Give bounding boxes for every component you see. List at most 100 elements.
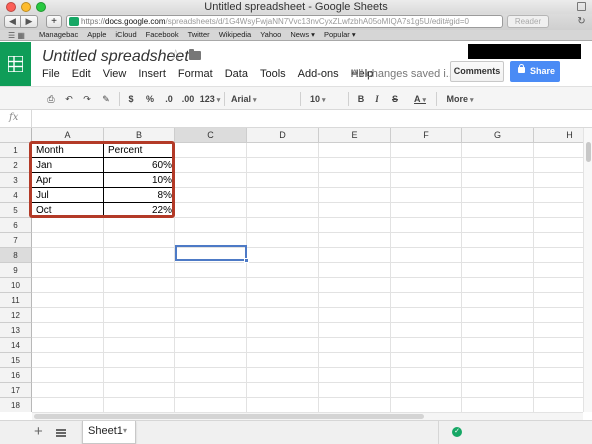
forward-button[interactable]: ▶ — [21, 15, 38, 28]
history-buttons: ◀ ▶ — [4, 15, 38, 28]
column-header-h[interactable]: H — [534, 128, 583, 143]
row-header-3[interactable]: 3 — [0, 173, 32, 188]
zoom-window-button[interactable] — [36, 2, 46, 12]
bookmark-item[interactable]: Popular ▾ — [324, 30, 356, 40]
print-icon[interactable]: ⎙ — [45, 92, 57, 106]
new-tab-button[interactable]: + — [46, 15, 62, 28]
row-header-2[interactable]: 2 — [0, 158, 32, 173]
bookmark-item[interactable]: iCloud — [115, 30, 136, 40]
bookmark-list: Managebac Apple iCloud Facebook Twitter Wikip… — [39, 30, 356, 40]
currency-format-button[interactable]: $ — [126, 92, 136, 106]
menu-item-format[interactable]: Format — [178, 68, 213, 80]
undo-icon[interactable]: ↶ — [63, 92, 75, 106]
menu-bar: File Edit View Insert Format Data Tools Add-ons… — [42, 68, 385, 80]
save-status: All changes saved i... — [351, 68, 455, 80]
fullscreen-icon[interactable] — [577, 2, 586, 11]
separator — [436, 92, 437, 106]
row-header-14[interactable]: 14 — [0, 338, 32, 353]
window-controls — [6, 2, 46, 12]
menu-item-tools[interactable]: Tools — [260, 68, 286, 80]
gridline — [32, 322, 583, 323]
reload-icon[interactable]: ↻ — [575, 15, 588, 28]
formula-input[interactable] — [36, 113, 576, 125]
font-size-dropdown[interactable]: 10 — [310, 92, 346, 106]
star-icon[interactable]: ☆ — [169, 46, 182, 64]
add-sheet-icon[interactable]: + — [34, 423, 43, 440]
bold-button[interactable]: B — [356, 92, 366, 106]
increase-decimals-button[interactable]: .00 — [179, 92, 197, 106]
bookmark-item[interactable]: Wikipedia — [219, 30, 252, 40]
row-header-5[interactable]: 5 — [0, 203, 32, 218]
column-header-c[interactable]: C — [175, 128, 247, 143]
fill-handle[interactable] — [244, 258, 249, 263]
bookmarks-icon[interactable]: ☰ ▦ — [8, 31, 25, 41]
font-dropdown[interactable]: Arial — [231, 92, 297, 106]
bookmark-item[interactable]: Yahoo — [260, 30, 281, 40]
horizontal-scrollbar[interactable] — [32, 412, 583, 420]
paint-format-icon[interactable]: ✎ — [100, 92, 112, 106]
all-sheets-icon[interactable] — [56, 429, 66, 437]
row-header-8[interactable]: 8 — [0, 248, 32, 263]
vertical-scrollbar[interactable] — [583, 128, 592, 412]
share-button[interactable]: Share — [510, 61, 560, 82]
horizontal-scroll-thumb[interactable] — [34, 414, 424, 419]
row-header-9[interactable]: 9 — [0, 263, 32, 278]
chevron-down-icon[interactable]: ▾ — [123, 421, 127, 441]
bookmark-item[interactable]: Facebook — [146, 30, 179, 40]
document-title[interactable]: Untitled spreadsheet — [42, 48, 189, 66]
row-header-4[interactable]: 4 — [0, 188, 32, 203]
url-separator: :// — [98, 17, 106, 26]
menu-item-data[interactable]: Data — [225, 68, 248, 80]
strikethrough-button[interactable]: S — [390, 92, 400, 106]
vertical-scroll-thumb[interactable] — [586, 142, 591, 162]
bookmark-item[interactable]: Twitter — [188, 30, 210, 40]
column-header-g[interactable]: G — [462, 128, 534, 143]
row-header-10[interactable]: 10 — [0, 278, 32, 293]
menu-item-view[interactable]: View — [103, 68, 127, 80]
column-header-f[interactable]: F — [391, 128, 462, 143]
formatting-toolbar: ⎙ ↶ ↷ ✎ $ % .0 .00 123 Arial 10 B I S A … — [0, 86, 592, 110]
menu-item-edit[interactable]: Edit — [72, 68, 91, 80]
selected-cell-c8[interactable] — [175, 245, 247, 261]
row-header-7[interactable]: 7 — [0, 233, 32, 248]
row-header-15[interactable]: 15 — [0, 353, 32, 368]
window-titlebar: Untitled spreadsheet - Google Sheets — [0, 0, 592, 14]
close-window-button[interactable] — [6, 2, 16, 12]
row-header-16[interactable]: 16 — [0, 368, 32, 383]
row-header-11[interactable]: 11 — [0, 293, 32, 308]
row-header-13[interactable]: 13 — [0, 323, 32, 338]
bookmark-item[interactable]: News ▾ — [290, 30, 315, 40]
menu-item-insert[interactable]: Insert — [138, 68, 166, 80]
comments-button[interactable]: Comments — [450, 61, 504, 82]
bookmark-item[interactable]: Managebac — [39, 30, 78, 40]
folder-icon[interactable] — [189, 49, 201, 60]
share-label: Share — [530, 66, 556, 76]
italic-button[interactable]: I — [372, 92, 382, 106]
gridline — [32, 337, 583, 338]
more-button[interactable]: More — [443, 92, 477, 106]
menu-item-add-ons[interactable]: Add-ons — [298, 68, 339, 80]
row-header-1[interactable]: 1 — [0, 143, 32, 158]
sheets-logo[interactable] — [0, 42, 31, 86]
gridline — [32, 397, 583, 398]
column-header-d[interactable]: D — [247, 128, 319, 143]
row-header-18[interactable]: 18 — [0, 398, 32, 412]
text-color-button[interactable]: A — [408, 92, 432, 106]
row-header-6[interactable]: 6 — [0, 218, 32, 233]
percent-format-button[interactable]: % — [144, 92, 156, 106]
row-header-12[interactable]: 12 — [0, 308, 32, 323]
redo-icon[interactable]: ↷ — [81, 92, 93, 106]
column-header-e[interactable]: E — [319, 128, 391, 143]
menu-item-file[interactable]: File — [42, 68, 60, 80]
row-header-17[interactable]: 17 — [0, 383, 32, 398]
number-format-dropdown[interactable]: 123 — [198, 92, 222, 106]
minimize-window-button[interactable] — [21, 2, 31, 12]
decrease-decimals-button[interactable]: .0 — [162, 92, 176, 106]
select-all-corner[interactable] — [0, 128, 32, 143]
reader-button[interactable]: Reader — [507, 15, 549, 28]
sheet-tab[interactable]: Sheet1 ▾ — [82, 421, 136, 444]
bookmark-item[interactable]: Apple — [87, 30, 106, 40]
back-button[interactable]: ◀ — [4, 15, 21, 28]
sheet-tab-label: Sheet1 — [88, 425, 123, 437]
address-bar[interactable]: https://docs.google.com/spreadsheets/d/1… — [66, 15, 503, 28]
